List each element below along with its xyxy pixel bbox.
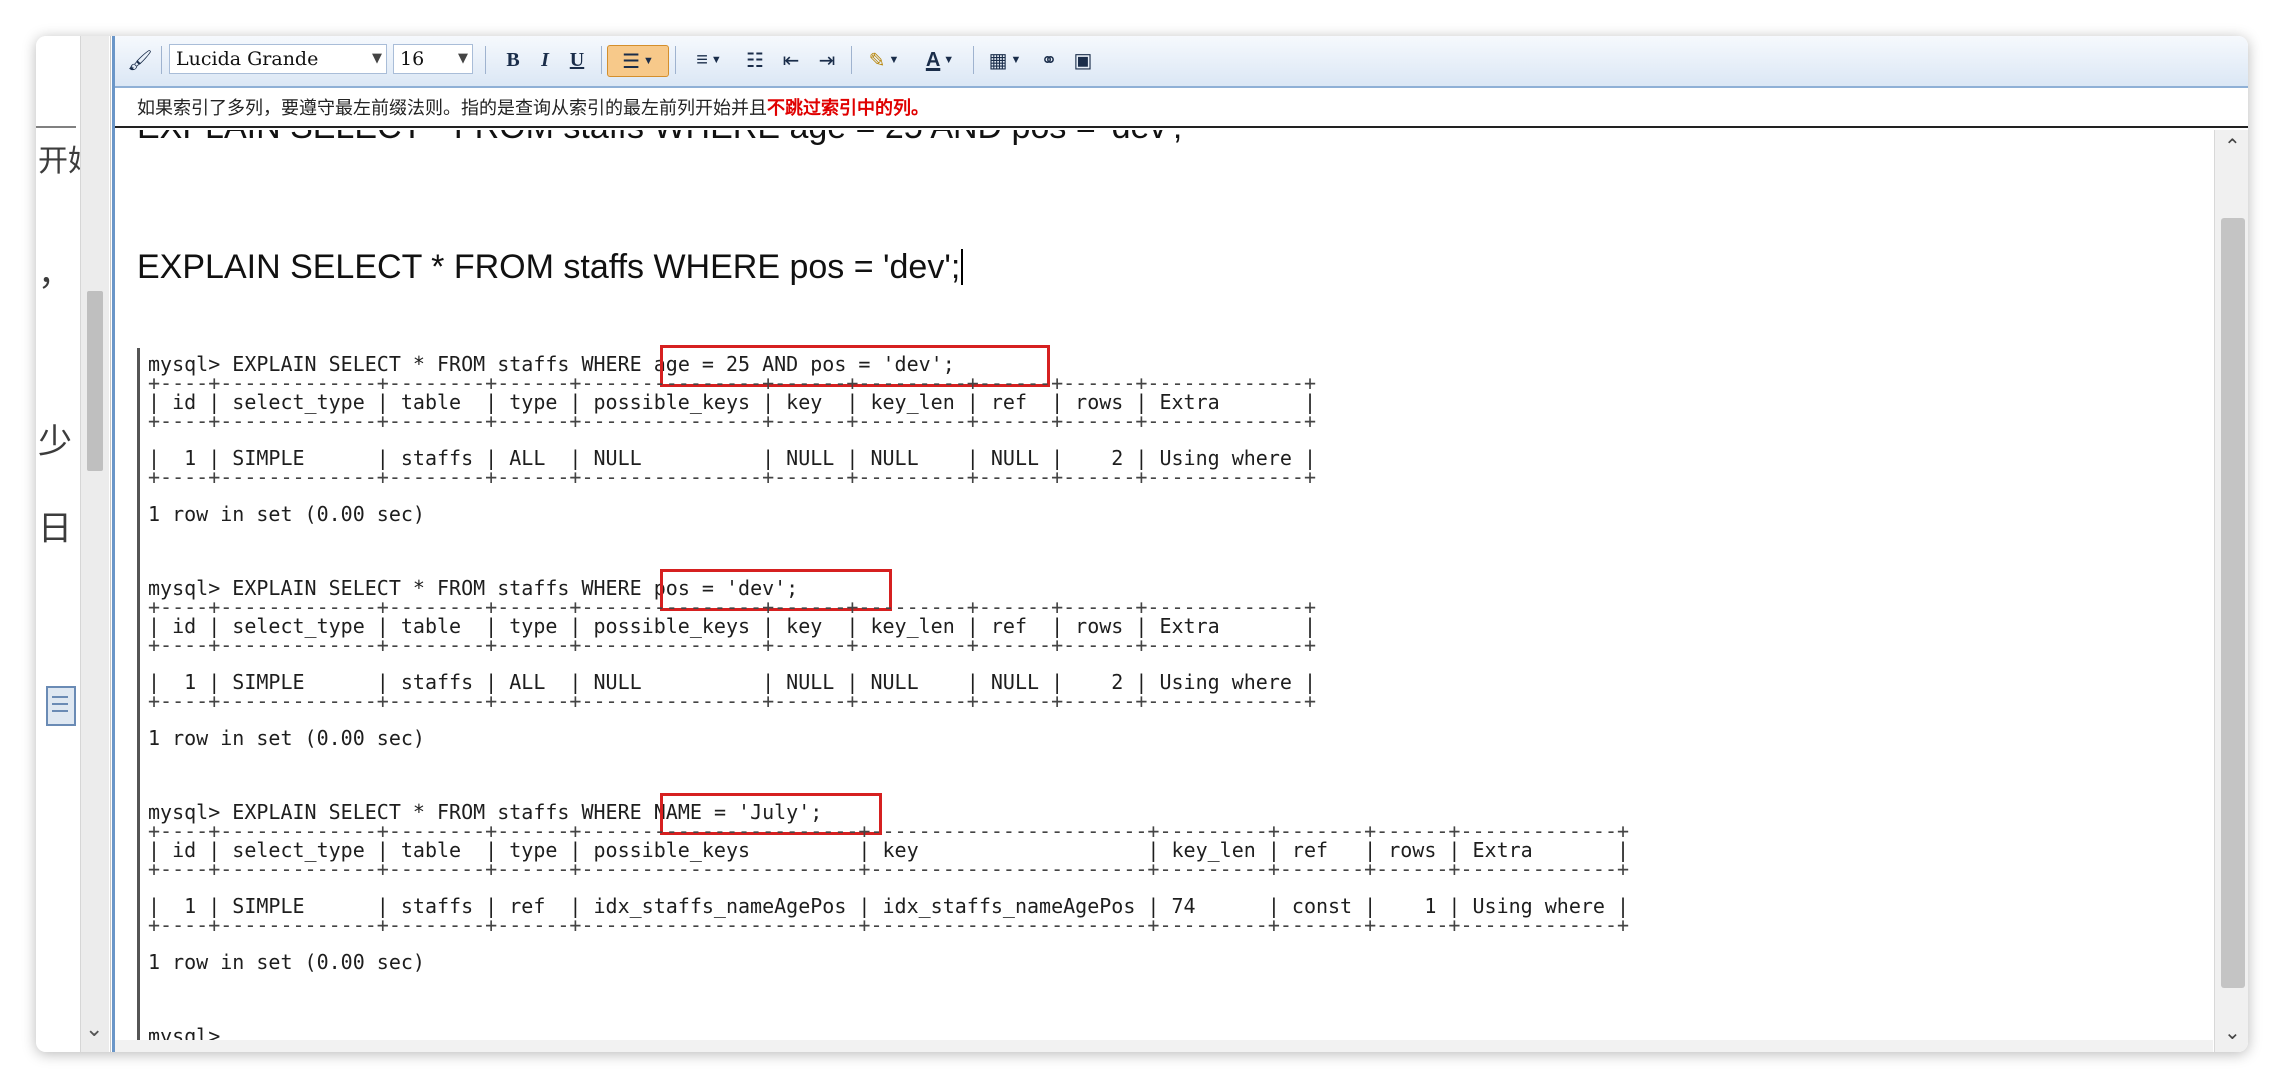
font-family-select[interactable]: Lucida Grande ▼ [169,44,387,74]
align-left-icon: ☰ [622,50,641,73]
table-border: +----+-------------+--------+------+----… [148,633,1316,657]
chevron-down-icon: ▼ [888,54,900,66]
table-border: +----+-------------+--------+------+----… [148,689,1316,713]
table-border: +----+-------------+--------+------+----… [148,465,1316,489]
insert-table-button[interactable]: ▦ ▼ [981,45,1029,75]
numbered-list-button[interactable]: ≡ ▼ [685,45,733,75]
editor-line[interactable]: EXPLAIN SELECT * FROM staffs WHERE pos =… [137,248,964,287]
text-caret [961,249,964,285]
chevron-down-icon: ▼ [1010,54,1022,66]
note-highlight: 不跳过索引中的列。 [767,98,929,119]
chevron-down-icon[interactable]: ▼ [458,51,468,66]
font-size-select[interactable]: 16 ▼ [393,44,473,74]
scroll-down-icon[interactable]: ⌄ [2224,1020,2241,1045]
horizontal-scrollbar[interactable] [115,1040,2213,1052]
font-size-value: 16 [400,48,425,70]
outdent-icon[interactable]: ⇤ [775,45,807,75]
font-family-value: Lucida Grande [176,48,319,70]
highlight-color-button[interactable]: ✎ ▼ [859,45,909,75]
font-color-button[interactable]: A ▼ [915,45,965,75]
format-painter-icon[interactable]: 🖌 [125,45,155,75]
underline-button[interactable]: U [563,45,591,75]
chevron-down-icon: ▼ [710,54,722,66]
toolbar-separator [675,46,676,74]
toolbar-separator [973,46,974,74]
editor-line-text: EXPLAIN SELECT * FROM staffs WHERE pos =… [137,248,961,286]
editor-line[interactable]: EXPLAIN SELECT * FROM staffs WHERE age =… [137,130,1182,147]
note-text: 如果索引了多列，要遵守最左前缀法则。指的是查询从索引的最左前列开始并且 [137,98,767,119]
vertical-scrollbar[interactable]: ⌃ ⌄ [2214,130,2248,1052]
toolbar-separator [161,46,162,74]
numbered-list-icon: ≡ [696,48,708,71]
left-pane-scrollbar[interactable]: ⌄ [80,36,109,1052]
toolbar-separator [851,46,852,74]
toolbar-separator [601,46,602,74]
highlighter-icon: ✎ [868,49,886,72]
left-document-pane: 开始 ， 少 日 ⌄ [36,36,111,1052]
chevron-down-icon: ▼ [643,55,654,67]
table-border: +----+-------------+--------+------+----… [148,913,1630,937]
rich-text-editor: 🖌 Lucida Grande ▼ 16 ▼ B I U ☰ ▼ ≡ ▼ ☷ ⇤… [112,36,2248,1052]
app-window: 开始 ， 少 日 ⌄ 🖌 Lucida Grande ▼ 16 ▼ B I U [36,36,2248,1052]
chevron-down-icon[interactable]: ▼ [372,51,382,66]
link-icon[interactable]: ⚭ [1033,45,1065,75]
result-footer: 1 row in set (0.00 sec) [148,502,425,526]
document-icon[interactable] [46,686,76,726]
note-line: 如果索引了多列，要遵守最左前缀法则。指的是查询从索引的最左前列开始并且 不跳过索引… [115,88,2248,128]
scroll-up-icon[interactable]: ⌃ [2224,134,2241,159]
toolbar-separator [485,46,486,74]
chevron-down-icon: ▼ [943,54,955,66]
table-border: +----+-------------+--------+------+----… [148,857,1630,881]
bold-button[interactable]: B [499,45,527,75]
left-pane-divider [36,126,76,128]
left-pane-scroll-thumb[interactable] [87,291,103,471]
result-footer: 1 row in set (0.00 sec) [148,950,425,974]
formatting-toolbar: 🖌 Lucida Grande ▼ 16 ▼ B I U ☰ ▼ ≡ ▼ ☷ ⇤… [115,36,2248,88]
italic-button[interactable]: I [531,45,559,75]
chevron-down-icon[interactable]: ⌄ [85,1016,103,1042]
image-icon[interactable]: ▣ [1067,45,1099,75]
bullet-list-icon[interactable]: ☷ [739,45,771,75]
vertical-scroll-thumb[interactable] [2221,218,2245,988]
left-pane-text: 少 [38,422,72,462]
left-pane-text: ， [38,254,72,294]
align-left-button[interactable]: ☰ ▼ [607,45,669,77]
table-icon: ▦ [988,49,1008,72]
result-footer: 1 row in set (0.00 sec) [148,726,425,750]
font-color-icon: A [925,48,941,71]
indent-icon[interactable]: ⇥ [811,45,843,75]
terminal-screenshot: mysql> EXPLAIN SELECT * FROM staffs WHER… [137,345,1629,1052]
table-border: +----+-------------+--------+------+----… [148,409,1316,433]
editor-content[interactable]: EXPLAIN SELECT * FROM staffs WHERE age =… [115,130,2213,1052]
left-pane-text: 日 [38,509,72,549]
